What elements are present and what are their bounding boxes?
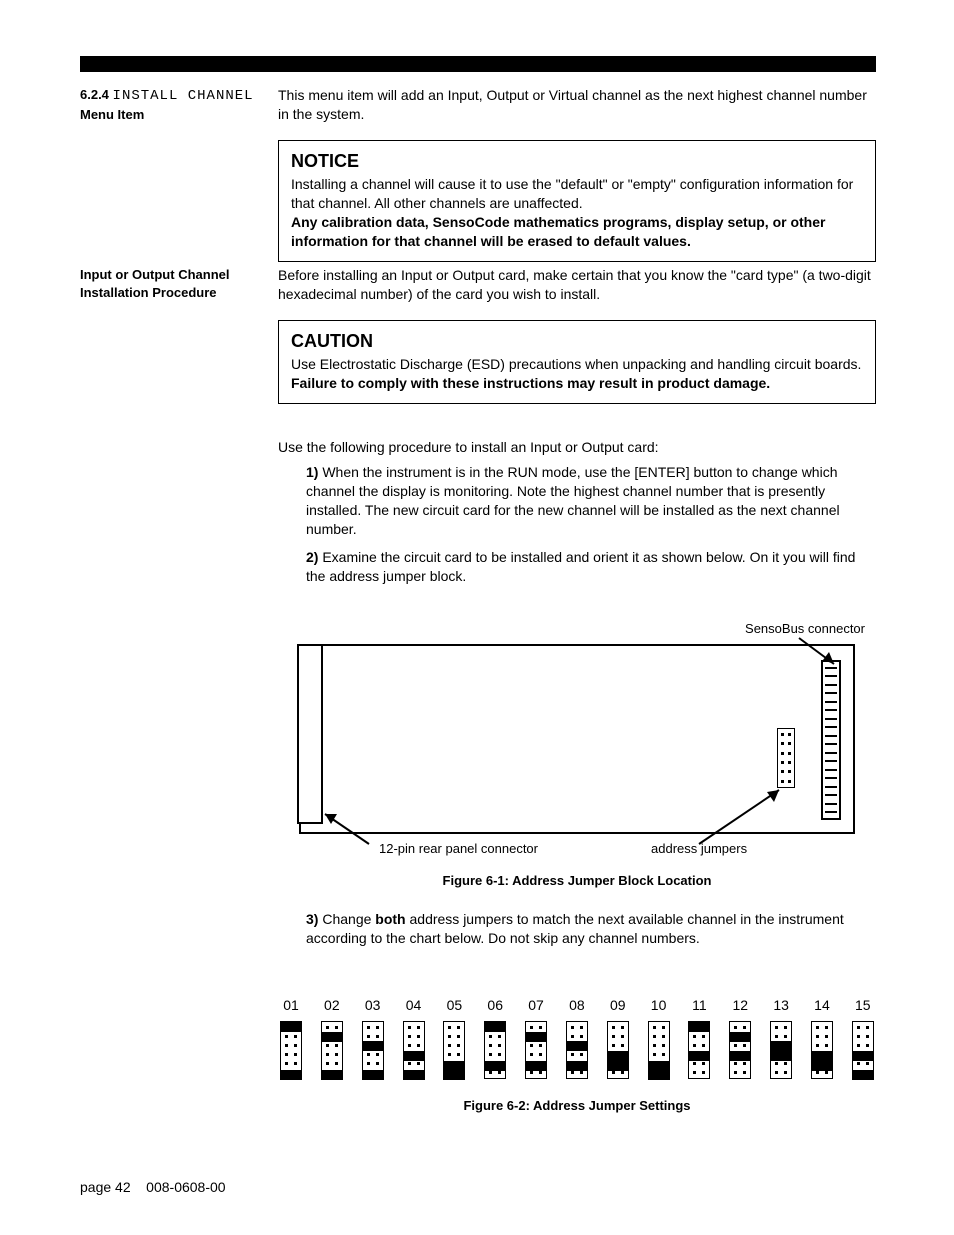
jumper-block bbox=[566, 1021, 588, 1079]
jumper-column: 07 bbox=[525, 996, 547, 1079]
section-menu-name: INSTALL CHANNEL bbox=[113, 88, 254, 104]
jumper-channel-number: 11 bbox=[692, 996, 707, 1015]
jumper-block bbox=[811, 1021, 833, 1079]
jumper-block bbox=[607, 1021, 629, 1079]
figure-6-2-caption: Figure 6-2: Address Jumper Settings bbox=[278, 1097, 876, 1115]
caution-title: CAUTION bbox=[291, 329, 863, 353]
jumper-column: 13 bbox=[770, 996, 792, 1079]
procedure-intro: Use the following procedure to install a… bbox=[278, 438, 876, 457]
page-number: page 42 bbox=[80, 1179, 131, 1195]
document-number: 008-0608-00 bbox=[146, 1179, 225, 1195]
step-3-bold: both bbox=[375, 911, 405, 927]
jumper-channel-number: 08 bbox=[569, 996, 585, 1015]
step-2-text: Examine the circuit card to be installed… bbox=[306, 549, 855, 584]
jumper-channel-number: 09 bbox=[610, 996, 626, 1015]
jumper-block bbox=[484, 1021, 506, 1079]
label-rear-connector: 12-pin rear panel connector bbox=[379, 840, 538, 858]
notice-text-bold: Any calibration data, SensoCode mathemat… bbox=[291, 213, 863, 251]
jumper-column: 15 bbox=[852, 996, 874, 1079]
jumper-block bbox=[770, 1021, 792, 1079]
intro-paragraph: This menu item will add an Input, Output… bbox=[278, 86, 876, 130]
jumper-column: 04 bbox=[403, 996, 425, 1079]
jumper-block bbox=[852, 1021, 874, 1079]
header-black-bar bbox=[80, 56, 876, 72]
jumper-column: 02 bbox=[321, 996, 343, 1079]
figure-6-2-jumper-row: 01 02 03 04 05 06 07 08 09 10 11 12 13 14 15 bbox=[278, 996, 876, 1079]
jumper-channel-number: 04 bbox=[406, 996, 422, 1015]
jumper-channel-number: 05 bbox=[447, 996, 463, 1015]
jumper-column: 03 bbox=[362, 996, 384, 1079]
jumper-channel-number: 10 bbox=[651, 996, 667, 1015]
caution-box: CAUTION Use Electrostatic Discharge (ESD… bbox=[278, 320, 876, 404]
jumper-block bbox=[280, 1021, 302, 1079]
jumper-channel-number: 01 bbox=[283, 996, 299, 1015]
notice-title: NOTICE bbox=[291, 149, 863, 173]
notice-box: NOTICE Installing a channel will cause i… bbox=[278, 140, 876, 262]
page-footer: page 42 008-0608-00 bbox=[80, 1178, 226, 1197]
jumper-column: 14 bbox=[811, 996, 833, 1079]
jumper-block bbox=[688, 1021, 710, 1079]
jumper-channel-number: 14 bbox=[814, 996, 830, 1015]
jumper-channel-number: 13 bbox=[773, 996, 789, 1015]
section-subtitle: Menu Item bbox=[80, 107, 144, 122]
jumper-column: 09 bbox=[607, 996, 629, 1079]
jumper-block bbox=[403, 1021, 425, 1079]
jumper-channel-number: 02 bbox=[324, 996, 340, 1015]
jumper-column: 12 bbox=[729, 996, 751, 1079]
jumper-column: 10 bbox=[648, 996, 670, 1079]
step-3-text-a: Change bbox=[322, 911, 375, 927]
jumper-column: 01 bbox=[280, 996, 302, 1079]
jumper-block bbox=[443, 1021, 465, 1079]
caution-text-bold: Failure to comply with these instruction… bbox=[291, 374, 863, 393]
label-address-jumpers: address jumpers bbox=[651, 840, 747, 858]
step-1: 1) When the instrument is in the RUN mod… bbox=[306, 463, 876, 539]
figure-6-1-caption: Figure 6-1: Address Jumper Block Locatio… bbox=[278, 872, 876, 890]
step-1-text: When the instrument is in the RUN mode, … bbox=[306, 464, 840, 537]
jumper-block bbox=[729, 1021, 751, 1079]
notice-text-1: Installing a channel will cause it to us… bbox=[291, 175, 863, 213]
step-2-number: 2) bbox=[306, 549, 318, 565]
step-3: 3) Change both address jumpers to match … bbox=[306, 910, 876, 948]
step-3-number: 3) bbox=[306, 911, 318, 927]
jumper-column: 08 bbox=[566, 996, 588, 1079]
procedure-heading-line1: Input or Output Channel bbox=[80, 267, 229, 282]
jumper-block bbox=[648, 1021, 670, 1079]
jumper-column: 05 bbox=[443, 996, 465, 1079]
pre-caution-paragraph: Before installing an Input or Output car… bbox=[278, 266, 876, 310]
section-number: 6.2.4 bbox=[80, 87, 109, 102]
step-1-number: 1) bbox=[306, 464, 318, 480]
jumper-block bbox=[525, 1021, 547, 1079]
jumper-channel-number: 12 bbox=[732, 996, 748, 1015]
procedure-heading-line2: Installation Procedure bbox=[80, 285, 217, 300]
section-heading: 6.2.4 INSTALL CHANNEL Menu Item bbox=[80, 86, 260, 123]
caution-text-1: Use Electrostatic Discharge (ESD) precau… bbox=[291, 355, 863, 374]
jumper-channel-number: 03 bbox=[365, 996, 381, 1015]
figure-arrows bbox=[299, 620, 855, 850]
jumper-column: 06 bbox=[484, 996, 506, 1079]
jumper-block bbox=[321, 1021, 343, 1079]
step-2: 2) Examine the circuit card to be instal… bbox=[306, 548, 876, 586]
jumper-channel-number: 06 bbox=[487, 996, 503, 1015]
jumper-channel-number: 15 bbox=[855, 996, 871, 1015]
jumper-channel-number: 07 bbox=[528, 996, 544, 1015]
jumper-block bbox=[362, 1021, 384, 1079]
figure-6-1: SensoBus connector 12-pin re bbox=[299, 620, 855, 850]
jumper-column: 11 bbox=[688, 996, 710, 1079]
procedure-heading: Input or Output Channel Installation Pro… bbox=[80, 266, 260, 301]
